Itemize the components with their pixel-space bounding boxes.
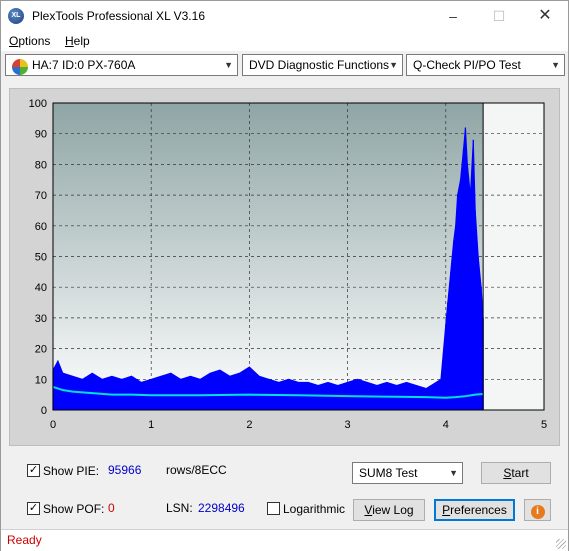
test-select[interactable]: Q-Check PI/PO Test ▼ <box>406 54 565 76</box>
function-select-value: DVD Diagnostic Functions <box>249 58 390 72</box>
x-tick-label: 1 <box>148 419 154 431</box>
window-title: PlexTools Professional XL V3.16 <box>32 9 205 23</box>
lsn-value: 2298496 <box>198 501 245 515</box>
test-select-value: Q-Check PI/PO Test <box>413 58 521 72</box>
function-select[interactable]: DVD Diagnostic Functions ▼ <box>242 54 403 76</box>
y-tick-label: 60 <box>35 221 47 233</box>
chevron-down-icon: ▼ <box>551 60 560 70</box>
check-icon: ✓ <box>28 502 39 514</box>
start-button[interactable]: Start <box>481 462 551 484</box>
drive-icon <box>12 59 28 75</box>
info-icon: i <box>530 505 545 519</box>
check-icon: ✓ <box>28 464 39 476</box>
show-pof-checkbox[interactable]: ✓ <box>27 502 40 515</box>
y-tick-label: 20 <box>35 344 47 356</box>
logarithmic-label: Logarithmic <box>283 502 346 516</box>
y-tick-label: 90 <box>35 129 47 141</box>
start-button-label: Start <box>503 466 529 480</box>
status-bar: Ready <box>1 529 568 551</box>
x-tick-label: 5 <box>541 419 547 431</box>
info-button[interactable]: i <box>524 499 551 521</box>
resize-grip-icon[interactable] <box>556 539 566 549</box>
y-tick-label: 80 <box>35 159 47 171</box>
status-text: Ready <box>7 533 42 547</box>
x-tick-label: 2 <box>246 419 252 431</box>
x-tick-label: 4 <box>443 419 449 431</box>
preferences-button[interactable]: Preferences <box>434 499 515 521</box>
title-bar: XL PlexTools Professional XL V3.16 – ☐ ✕ <box>1 1 568 31</box>
lsn-label: LSN: <box>166 501 193 515</box>
pipo-chart: 0 10 20 30 40 50 60 70 80 90 100 0 1 2 3 4 5 <box>29 98 547 431</box>
close-button[interactable]: ✕ <box>522 1 568 31</box>
menu-bar: Options Help <box>1 31 568 51</box>
rows-label: rows/8ECC <box>166 463 227 477</box>
sum-test-select-value: SUM8 Test <box>359 466 418 480</box>
menu-help-rest: elp <box>73 34 90 48</box>
chart-panel: 0 10 20 30 40 50 60 70 80 90 100 0 1 2 3 4 5 <box>9 88 560 446</box>
maximize-button[interactable]: ☐ <box>476 1 522 31</box>
y-tick-label: 40 <box>35 282 47 294</box>
toolbar: HA:7 ID:0 PX-760A ▼ DVD Diagnostic Funct… <box>1 53 568 79</box>
sum-test-select[interactable]: SUM8 Test ▼ <box>352 462 463 484</box>
x-tick-label: 3 <box>345 419 351 431</box>
y-tick-label: 0 <box>41 405 47 417</box>
pie-value: 95966 <box>108 463 142 477</box>
app-window: XL PlexTools Professional XL V3.16 – ☐ ✕… <box>0 0 569 551</box>
view-log-button-label: View Log <box>364 503 414 517</box>
chevron-down-icon: ▼ <box>224 60 233 70</box>
drive-select-value: HA:7 ID:0 PX-760A <box>32 58 136 72</box>
y-tick-label: 50 <box>35 252 47 264</box>
menu-options-accel: O <box>9 34 19 48</box>
controls-panel: ✓ Show PIE: 95966 rows/8ECC ✓ Show POF: … <box>1 451 568 526</box>
y-tick-label: 10 <box>35 374 47 386</box>
show-pie-checkbox[interactable]: ✓ <box>27 464 40 477</box>
menu-help-accel: H <box>65 34 74 48</box>
x-tick-label: 0 <box>50 419 56 431</box>
app-icon: XL <box>8 8 24 24</box>
chevron-down-icon: ▼ <box>449 468 458 478</box>
menu-options[interactable]: Options <box>9 34 50 48</box>
show-pof-label: Show POF: <box>43 502 105 516</box>
y-tick-label: 70 <box>35 190 47 202</box>
y-tick-label: 30 <box>35 313 47 325</box>
menu-options-rest: ptions <box>18 34 51 48</box>
show-pie-label: Show PIE: <box>43 464 100 478</box>
drive-select[interactable]: HA:7 ID:0 PX-760A ▼ <box>5 54 238 76</box>
view-log-button[interactable]: View Log <box>353 499 425 521</box>
minimize-button[interactable]: – <box>430 1 476 31</box>
preferences-button-label: Preferences <box>442 503 507 517</box>
logarithmic-checkbox[interactable] <box>267 502 280 515</box>
menu-help[interactable]: Help <box>65 34 90 48</box>
pof-value: 0 <box>108 501 115 515</box>
chevron-down-icon: ▼ <box>389 60 398 70</box>
y-tick-label: 100 <box>29 98 47 110</box>
